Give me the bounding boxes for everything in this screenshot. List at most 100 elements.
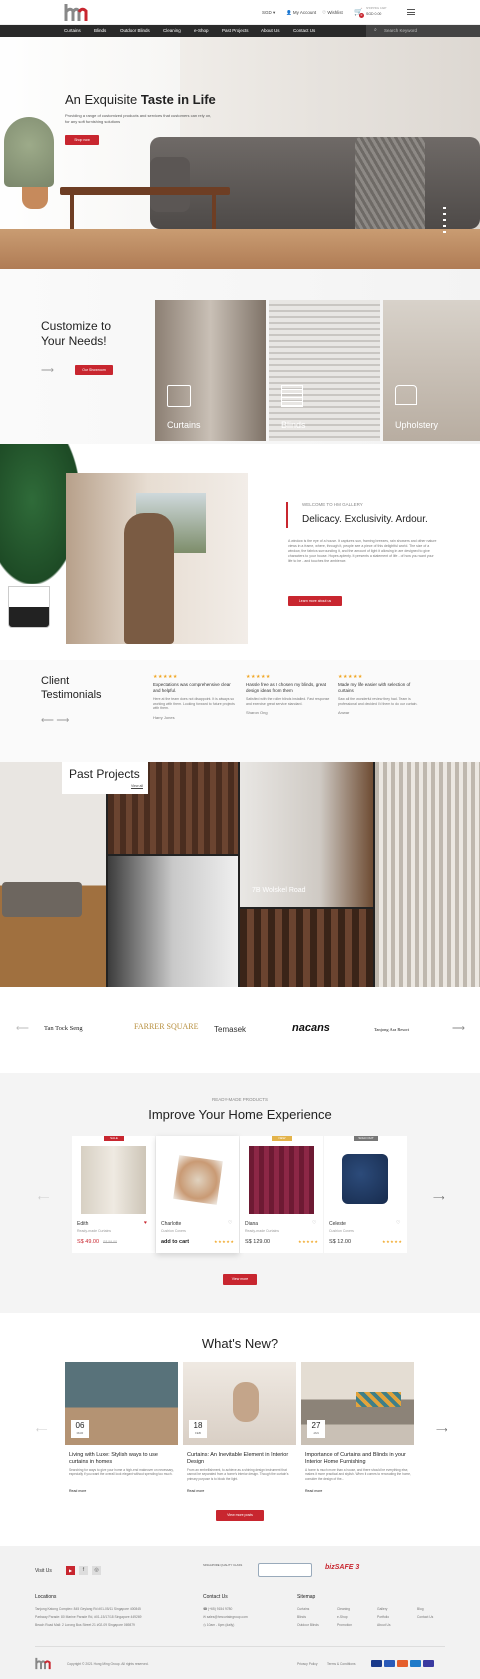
learn-more-button[interactable]: Learn more about us bbox=[288, 596, 342, 606]
products-next-icon[interactable]: ⟶ bbox=[433, 1193, 444, 1202]
showroom-button[interactable]: Our Showroom bbox=[75, 365, 113, 375]
account-link[interactable]: 👤 My Account bbox=[286, 10, 316, 16]
stars: ★★★★★ bbox=[338, 674, 363, 680]
product-price: S$ 49.00 bbox=[77, 1239, 100, 1245]
view-more-posts-button[interactable]: View more posts bbox=[216, 1510, 264, 1521]
sitemap-link[interactable]: Curtains bbox=[297, 1607, 309, 1613]
testimonial-headline: Made my life easier with selection of cu… bbox=[338, 682, 411, 693]
tile-curtains[interactable]: Curtains bbox=[155, 300, 266, 441]
search-box[interactable]: ⌕ Search Keyword bbox=[366, 25, 480, 37]
project-curtain-close[interactable] bbox=[240, 909, 373, 987]
read-more-link[interactable]: Read more bbox=[187, 1489, 204, 1493]
contact-title: Contact Us bbox=[203, 1594, 228, 1600]
testimonial-author: Sharon Ong bbox=[246, 710, 268, 715]
sitemap-link[interactable]: About Us bbox=[377, 1623, 391, 1629]
sitemap-link[interactable]: Outdoor Blinds bbox=[297, 1623, 319, 1629]
email-item[interactable]: ✉ sales@hmcurtaingroup.com bbox=[203, 1615, 248, 1621]
hero-subtitle: Providing a range of customized products… bbox=[65, 113, 212, 124]
about-photo bbox=[66, 473, 248, 644]
news-card[interactable]: 06 MAR Living with Luxe: Stylish ways to… bbox=[65, 1362, 178, 1502]
chevron-right-icon[interactable]: ⟶ bbox=[452, 1023, 465, 1034]
product-type: Cushion Covers bbox=[161, 1229, 186, 1233]
read-more-link[interactable]: Read more bbox=[69, 1489, 86, 1493]
search-input[interactable]: Search Keyword bbox=[384, 25, 417, 37]
sitemap-link[interactable]: Portfolio bbox=[377, 1615, 389, 1621]
phone-item[interactable]: ☎ (+65) 9154 9780 bbox=[203, 1607, 232, 1613]
product-card[interactable]: Charlotte ♡ Cushion Covers add to cart ★… bbox=[156, 1136, 239, 1253]
product-name: Celeste bbox=[329, 1221, 346, 1227]
heart-icon[interactable]: ♡ bbox=[312, 1220, 316, 1226]
nav-item-past-projects[interactable]: Past Projects bbox=[222, 25, 249, 37]
tile-blinds[interactable]: Blinds bbox=[269, 300, 380, 441]
about-body: A window is the eye of a house. It captu… bbox=[288, 539, 437, 563]
currency-select[interactable]: SGD ▾ bbox=[262, 10, 275, 16]
heart-icon[interactable]: ♡ bbox=[396, 1220, 400, 1226]
sitemap-link[interactable]: Cleaning bbox=[337, 1607, 350, 1613]
cart-link[interactable]: 🛒 0 SHOPPING CART SGD 0.00 bbox=[354, 7, 394, 19]
news-card[interactable]: 18 FEB Curtains: An Inevitable Element i… bbox=[183, 1362, 296, 1502]
slider-dots[interactable] bbox=[443, 207, 446, 237]
news-prev-icon[interactable]: ⟵ bbox=[36, 1425, 47, 1434]
project-living-room[interactable] bbox=[0, 762, 106, 987]
products-prev-icon[interactable]: ⟵ bbox=[38, 1193, 49, 1202]
nav-item-cleaning[interactable]: Cleaning bbox=[163, 25, 181, 37]
coffee-table bbox=[60, 187, 230, 195]
sitemap-link[interactable]: Gallery bbox=[377, 1607, 387, 1613]
hero-title: An Exquisite Taste in Life bbox=[65, 92, 216, 107]
project-blinds[interactable] bbox=[375, 762, 480, 987]
nav-item-eshop[interactable]: e-Shop bbox=[194, 25, 209, 37]
payment-card-icon bbox=[410, 1660, 421, 1667]
menu-icon[interactable] bbox=[407, 9, 415, 15]
blinds-icon bbox=[281, 385, 303, 407]
terms-link[interactable]: Terms & Conditions bbox=[327, 1662, 356, 1668]
shop-now-button[interactable]: Shop now bbox=[65, 135, 99, 145]
nav-item-blinds[interactable]: Blinds bbox=[94, 25, 106, 37]
phone-text: (+65) 9154 9780 bbox=[208, 1607, 233, 1611]
projects-view-all-link[interactable]: View all bbox=[131, 784, 143, 788]
sitemap-link[interactable]: e-Shop bbox=[337, 1615, 348, 1621]
read-more-link[interactable]: Read more bbox=[305, 1489, 322, 1493]
testimonial-card: ★★★★★ Expectations was comprehensive cle… bbox=[153, 674, 238, 720]
project-balcony[interactable] bbox=[108, 856, 238, 987]
youtube-icon[interactable]: ▶ bbox=[66, 1566, 75, 1575]
sitemap-link[interactable]: Promotion bbox=[337, 1623, 352, 1629]
testimonial-arrows[interactable]: ⟵ ⟶ bbox=[41, 715, 69, 726]
nav-item-outdoor-blinds[interactable]: Outdoor Blinds bbox=[120, 25, 150, 37]
arrow-right-icon[interactable]: ⟶ bbox=[41, 365, 54, 376]
sofa bbox=[150, 137, 480, 229]
partner-tanjong-ara: Tanjong Ara Resort bbox=[374, 1027, 410, 1032]
add-to-cart-button[interactable]: add to cart bbox=[161, 1239, 189, 1245]
instagram-icon[interactable]: ◎ bbox=[92, 1566, 101, 1575]
logo[interactable] bbox=[64, 3, 88, 22]
testimonials-title: Client Testimonials bbox=[41, 675, 102, 701]
product-card[interactable]: SALE Edith ♥ Ready-made Curtains S$ 49.0… bbox=[72, 1136, 155, 1253]
heart-icon[interactable]: ♥ bbox=[144, 1220, 147, 1226]
sitemap-link[interactable]: Blinds bbox=[297, 1615, 306, 1621]
project-sofa bbox=[2, 882, 82, 917]
partners-strip: ⟵ Tan Tock Seng FARRER SQUARE Temasek na… bbox=[0, 987, 480, 1073]
nav-item-about-us[interactable]: About Us bbox=[261, 25, 280, 37]
view-more-products-button[interactable]: View more bbox=[223, 1274, 257, 1285]
tile-upholstery[interactable]: Upholstery bbox=[383, 300, 480, 441]
privacy-link[interactable]: Privacy Policy bbox=[297, 1662, 318, 1668]
wishlist-link[interactable]: ♡ Wishlist bbox=[322, 10, 343, 16]
heart-icon[interactable]: ♡ bbox=[228, 1220, 232, 1226]
nav-item-contact-us[interactable]: Contact Us bbox=[293, 25, 315, 37]
sitemap-link[interactable]: Blog bbox=[417, 1607, 424, 1613]
sitemap-link[interactable]: Contact Us bbox=[417, 1615, 433, 1621]
news-card[interactable]: 27 JAN Importance of Curtains and Blinds… bbox=[301, 1362, 414, 1502]
location-item: Beach Road Mall: 2 Lorong Bus Street 21 … bbox=[35, 1623, 135, 1627]
product-card[interactable]: SOLD OUT Celeste ♡ Cushion Covers S$ 12.… bbox=[324, 1136, 407, 1253]
news-next-icon[interactable]: ⟶ bbox=[436, 1425, 447, 1434]
products-section: READY-MADE PRODUCTS Improve Your Home Ex… bbox=[0, 1073, 480, 1313]
nav-item-curtains[interactable]: Curtains bbox=[64, 25, 81, 37]
hero-title-light: An Exquisite bbox=[65, 92, 141, 107]
project-dining[interactable]: 7B Wolskel Road bbox=[240, 762, 373, 907]
product-name: Charlotte bbox=[161, 1221, 182, 1227]
footer-logo[interactable] bbox=[35, 1657, 51, 1670]
facebook-icon[interactable]: f bbox=[79, 1566, 88, 1575]
news-cushions bbox=[356, 1392, 401, 1407]
rating-stars: ★★★★★ bbox=[214, 1239, 235, 1244]
chevron-left-icon[interactable]: ⟵ bbox=[16, 1023, 29, 1034]
product-card[interactable]: NEW Diana ♡ Ready-made Curtains S$ 129.0… bbox=[240, 1136, 323, 1253]
